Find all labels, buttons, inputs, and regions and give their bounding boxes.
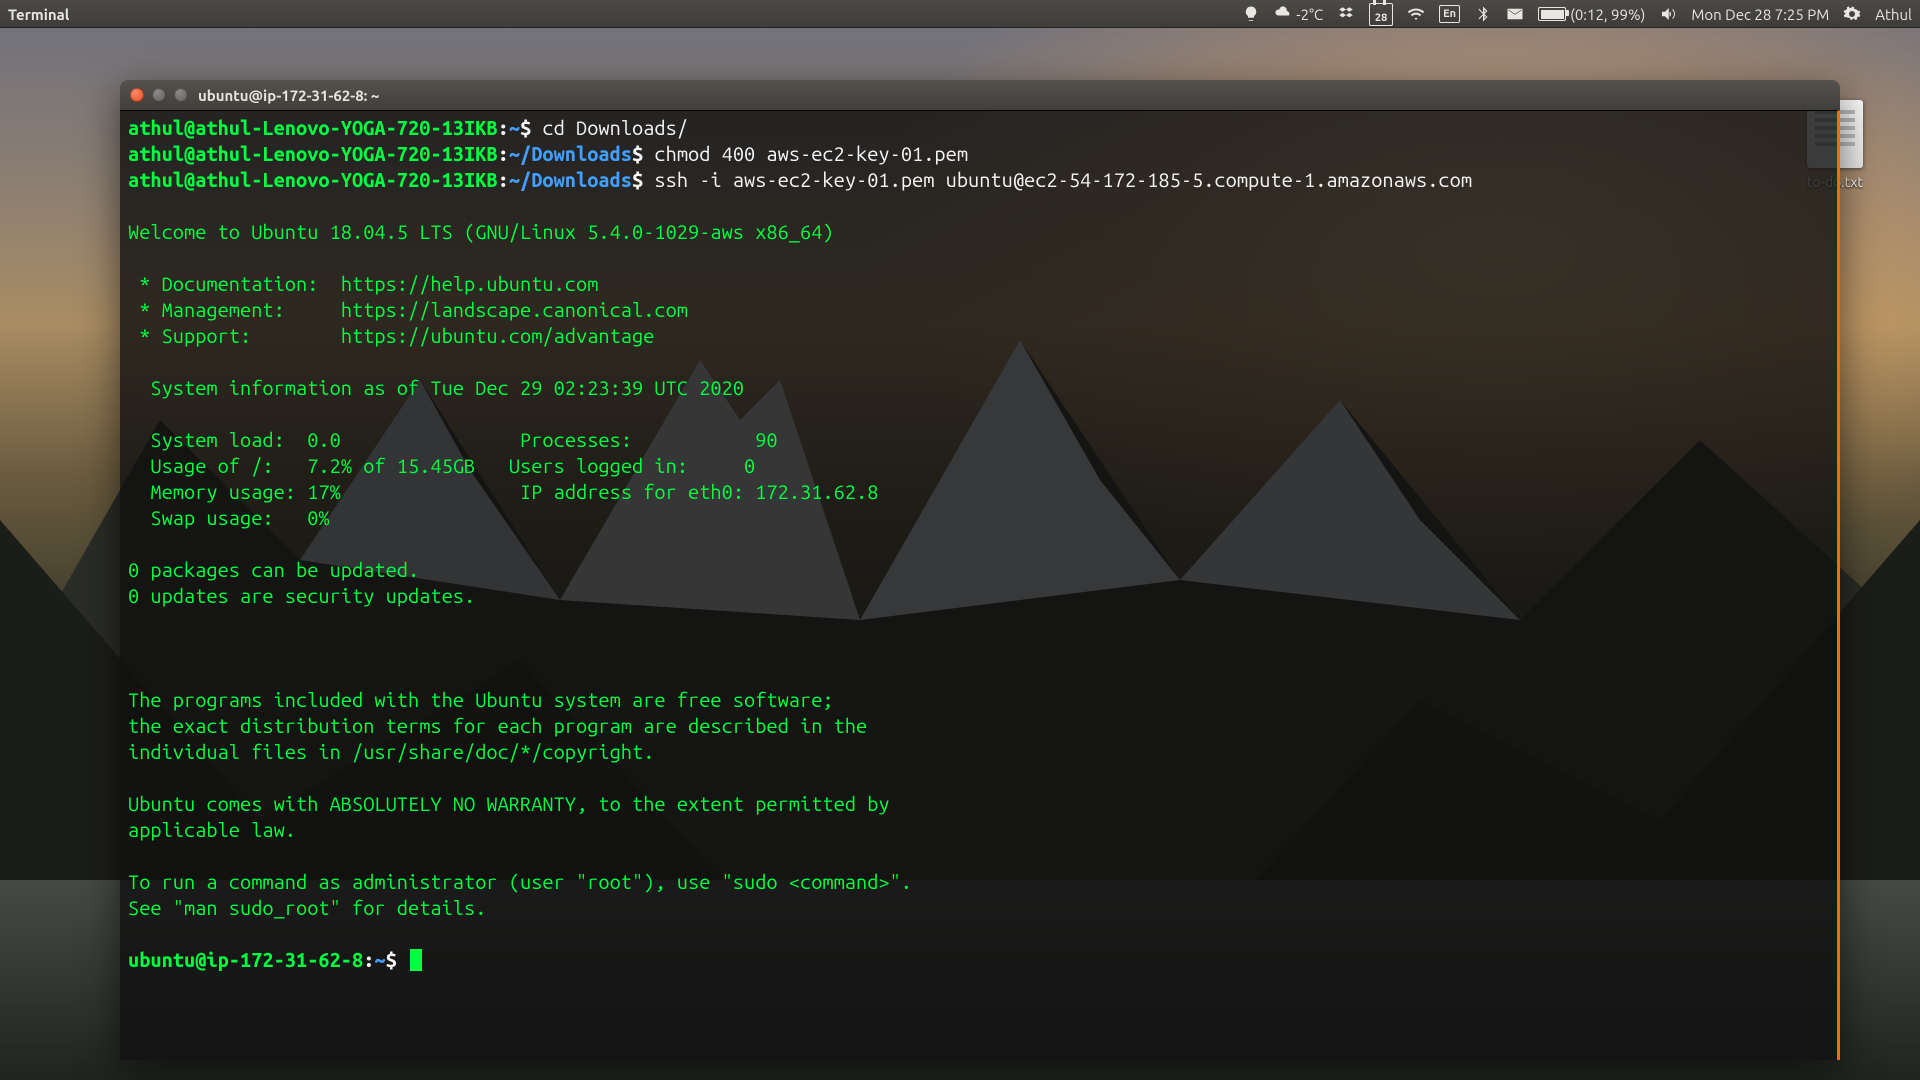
temperature-text: -2°C bbox=[1296, 6, 1323, 23]
desktop: to-do.txt Terminal -2°C 28 En bbox=[0, 0, 1920, 1080]
wifi-icon[interactable] bbox=[1407, 5, 1425, 23]
terminal-title-text: ubuntu@ip-172-31-62-8: ~ bbox=[198, 87, 379, 104]
window-minimize-button[interactable] bbox=[152, 88, 166, 102]
battery-indicator[interactable]: (0:12, 99%) bbox=[1538, 6, 1645, 23]
weather-icon bbox=[1274, 5, 1292, 23]
app-menu-title[interactable]: Terminal bbox=[8, 6, 69, 23]
battery-text: (0:12, 99%) bbox=[1570, 6, 1645, 23]
keyboard-layout-indicator[interactable]: En bbox=[1439, 5, 1460, 23]
terminal-titlebar[interactable]: ubuntu@ip-172-31-62-8: ~ bbox=[120, 80, 1840, 110]
terminal-window: ubuntu@ip-172-31-62-8: ~ athul@athul-Len… bbox=[120, 80, 1840, 1060]
cursor-block bbox=[410, 949, 422, 971]
terminal-body[interactable]: athul@athul-Lenovo-YOGA-720-13IKB:~$ cd … bbox=[120, 110, 1840, 1060]
volume-icon[interactable] bbox=[1659, 5, 1677, 23]
battery-icon bbox=[1538, 7, 1566, 21]
top-menubar: Terminal -2°C 28 En bbox=[0, 0, 1920, 28]
window-close-button[interactable] bbox=[130, 88, 144, 102]
window-maximize-button[interactable] bbox=[174, 88, 188, 102]
bluetooth-icon[interactable] bbox=[1474, 5, 1492, 23]
gear-icon[interactable] bbox=[1843, 5, 1861, 23]
calendar-icon[interactable]: 28 bbox=[1369, 3, 1393, 26]
lightbulb-icon[interactable] bbox=[1242, 5, 1260, 23]
session-user[interactable]: Athul bbox=[1875, 6, 1912, 23]
dropbox-icon[interactable] bbox=[1337, 5, 1355, 23]
clock-text[interactable]: Mon Dec 28 7:25 PM bbox=[1691, 6, 1829, 23]
mail-icon[interactable] bbox=[1506, 5, 1524, 23]
weather-indicator[interactable]: -2°C bbox=[1274, 5, 1323, 23]
